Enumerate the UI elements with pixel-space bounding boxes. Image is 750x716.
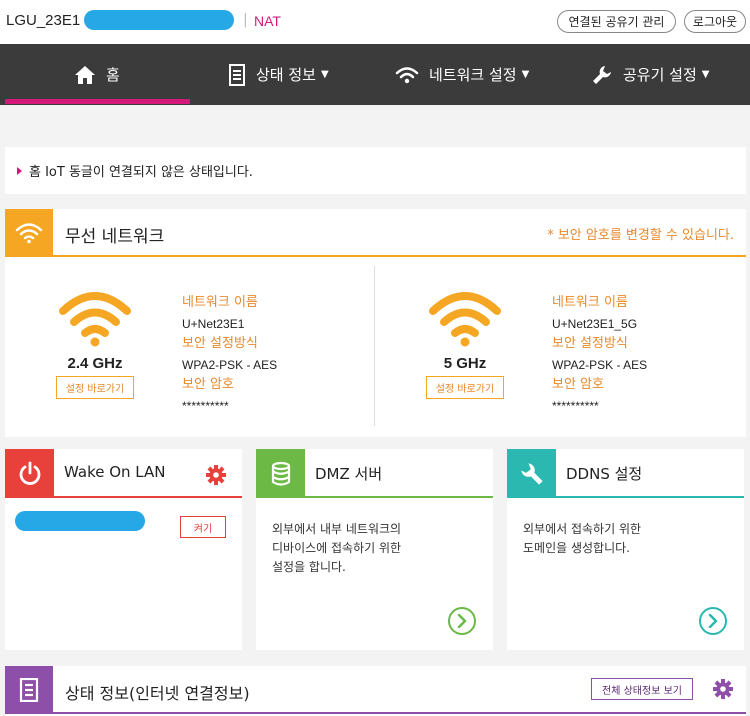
band-2g-info: 네트워크 이름 U+Net23E1 보안 설정방식 WPA2-PSK - AES…: [182, 293, 277, 416]
network-name-label: 네트워크 이름: [182, 295, 258, 310]
document-icon: [19, 678, 39, 702]
iot-notice-text: 홈 IoT 동글이 연결되지 않은 상태입니다.: [29, 165, 253, 180]
ddns-settings-card: DDNS 설정 외부에서 접속하기 위한 도메인을 생성합니다.: [507, 449, 744, 650]
gear-icon[interactable]: [712, 678, 734, 700]
chevron-down-icon: ▼: [521, 69, 530, 80]
gear-icon[interactable]: [205, 464, 227, 486]
tab-home-label: 홈: [106, 66, 120, 84]
wireless-panel-note: * 보안 암호를 변경할 수 있습니다.: [547, 228, 734, 243]
network-name-label: 네트워크 이름: [552, 295, 628, 310]
band-5g-info: 네트워크 이름 U+Net23E1_5G 보안 설정방식 WPA2-PSK - …: [552, 293, 647, 416]
ddns-go-button[interactable]: [699, 607, 727, 635]
device-name: LGU_23E1: [6, 12, 81, 29]
dmz-server-header: DMZ 서버: [256, 449, 493, 498]
band-settings-shortcut-button[interactable]: 설정 바로가기: [425, 376, 505, 399]
network-name-value: U+Net23E1: [182, 316, 245, 331]
wake-on-lan-card: Wake On LAN 켜기: [5, 449, 242, 650]
chevron-down-icon: ▼: [320, 69, 329, 80]
security-method-label: 보안 설정방식: [552, 336, 628, 351]
security-method-label: 보안 설정방식: [182, 336, 258, 351]
wake-on-lan-title: Wake On LAN: [64, 463, 166, 481]
wake-on-lan-header: Wake On LAN: [5, 449, 242, 498]
ddns-description: 외부에서 접속하기 위한 도메인을 생성합니다.: [523, 520, 641, 558]
security-password-value: **********: [552, 398, 599, 413]
ddns-description-line: 외부에서 접속하기 위한: [523, 522, 642, 536]
tab-router-settings[interactable]: 공유기 설정 ▼: [591, 44, 709, 105]
tab-network-settings[interactable]: 네트워크 설정 ▼: [395, 44, 529, 105]
band-5g: 5 GHz 설정 바로가기: [415, 289, 515, 399]
wireless-panel-title: 무선 네트워크: [65, 227, 165, 247]
security-method-value: WPA2-PSK - AES: [552, 357, 648, 372]
top-bar: LGU_23E1 | NAT 연결된 공유기 관리 로그아웃: [0, 0, 750, 44]
wifi-icon: [15, 223, 43, 244]
home-icon: [75, 65, 95, 84]
wrench-icon: [593, 65, 611, 84]
redaction-mark: [84, 10, 234, 30]
dmz-description: 외부에서 내부 네트워크의 디바이스에 접속하기 위한 설정을 합니다.: [272, 520, 401, 577]
dmz-icon-box: [256, 449, 305, 498]
view-all-status-button[interactable]: 전체 상태정보 보기: [591, 678, 693, 700]
dmz-server-card: DMZ 서버 외부에서 내부 네트워크의 디바이스에 접속하기 위한 설정을 합…: [256, 449, 493, 650]
wireless-panel-icon-box: [5, 209, 53, 257]
wake-on-lan-on-button[interactable]: 켜기: [180, 516, 226, 538]
tab-status[interactable]: 상태 정보 ▼: [228, 44, 329, 105]
redaction-mark: [15, 511, 145, 531]
wrench-icon: [520, 462, 543, 485]
band-frequency: 5 GHz: [443, 355, 487, 372]
ddns-settings-title: DDNS 설정: [566, 465, 643, 483]
wifi-icon: [395, 66, 419, 83]
dmz-description-line: 디바이스에 접속하기 위한: [272, 541, 402, 555]
network-mode: NAT: [254, 13, 281, 29]
power-icon: [19, 461, 40, 485]
status-icon-box: [5, 666, 53, 714]
status-info-panel: 상태 정보(인터넷 연결정보) 전체 상태정보 보기: [5, 666, 746, 716]
active-tab-indicator: [5, 99, 190, 104]
chevron-right-icon: [708, 614, 718, 628]
wireless-network-panel: 무선 네트워크 * 보안 암호를 변경할 수 있습니다. 2.4 GHz 설정 …: [5, 209, 746, 437]
security-password-label: 보안 암호: [182, 377, 234, 392]
wifi-signal-icon: [59, 292, 131, 347]
manage-routers-button[interactable]: 연결된 공유기 관리: [557, 10, 676, 33]
ddns-description-line: 도메인을 생성합니다.: [523, 541, 630, 555]
dmz-server-title: DMZ 서버: [315, 465, 383, 483]
status-panel-title: 상태 정보(인터넷 연결정보): [65, 684, 250, 703]
wireless-panel-header: 무선 네트워크 * 보안 암호를 변경할 수 있습니다.: [5, 209, 746, 257]
tab-home[interactable]: 홈: [74, 44, 120, 105]
tab-router-label: 공유기 설정: [623, 66, 697, 84]
document-icon: [229, 63, 245, 86]
header-separator: |: [243, 12, 248, 28]
bullet-arrow-icon: [17, 166, 22, 175]
status-panel-header: 상태 정보(인터넷 연결정보) 전체 상태정보 보기: [5, 666, 746, 714]
security-method-value: WPA2-PSK - AES: [182, 357, 278, 372]
ddns-settings-header: DDNS 설정: [507, 449, 744, 498]
security-password-value: **********: [182, 398, 229, 413]
chevron-down-icon: ▼: [701, 69, 710, 80]
band-divider: [374, 266, 375, 426]
dmz-description-line: 외부에서 내부 네트워크의: [272, 522, 402, 536]
dmz-description-line: 설정을 합니다.: [272, 560, 346, 574]
iot-notice: 홈 IoT 동글이 연결되지 않은 상태입니다.: [5, 147, 746, 194]
tab-status-label: 상태 정보: [256, 66, 316, 84]
security-password-label: 보안 암호: [552, 377, 604, 392]
chevron-right-icon: [457, 614, 467, 628]
wake-on-lan-icon-box: [5, 449, 54, 498]
band-settings-shortcut-button[interactable]: 설정 바로가기: [55, 376, 135, 399]
logout-button[interactable]: 로그아웃: [684, 10, 746, 33]
wifi-signal-icon: [429, 292, 501, 347]
main-nav: 홈 상태 정보 ▼ 네트워크 설정 ▼ 공유기 설정 ▼: [0, 44, 750, 105]
tab-network-label: 네트워크 설정: [429, 66, 517, 84]
band-frequency: 2.4 GHz: [67, 355, 123, 372]
database-icon: [271, 461, 290, 486]
band-2g: 2.4 GHz 설정 바로가기: [45, 289, 145, 399]
ddns-icon-box: [507, 449, 556, 498]
network-name-value: U+Net23E1_5G: [552, 316, 638, 331]
dmz-go-button[interactable]: [448, 607, 476, 635]
